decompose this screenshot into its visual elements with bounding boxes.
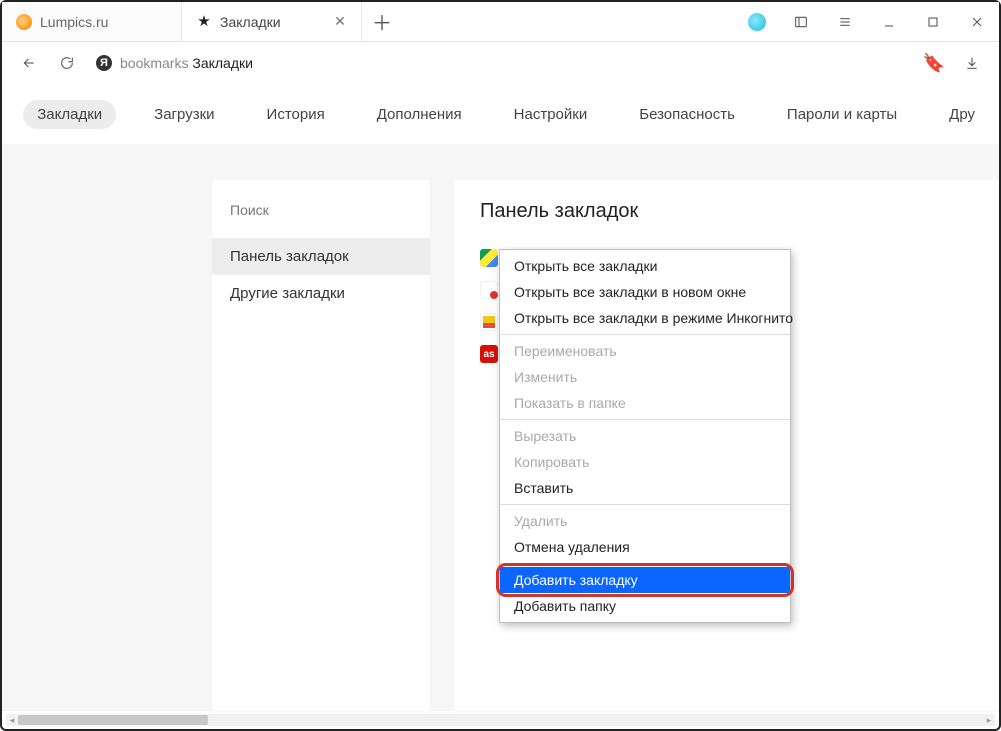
back-button[interactable] [10, 44, 48, 82]
tab-bookmarks[interactable]: Закладки ✕ [182, 2, 362, 41]
close-window-button[interactable] [955, 2, 999, 41]
ctx-undo-delete[interactable]: Отмена удаления [500, 534, 790, 560]
address-scheme: bookmarks [120, 55, 188, 71]
ctx-add-folder[interactable]: Добавить папку [500, 593, 790, 619]
sidebar-toggle-button[interactable] [779, 2, 823, 41]
ctx-edit: Изменить [500, 364, 790, 390]
nav-downloads[interactable]: Загрузки [140, 100, 228, 129]
alice-icon [748, 13, 766, 31]
close-icon [969, 14, 985, 30]
horizontal-scrollbar[interactable]: ◂ ▸ [6, 714, 995, 726]
toolbar: Я bookmarks Закладки 🔖 [2, 42, 999, 84]
nav-bookmarks[interactable]: Закладки [23, 100, 116, 129]
minimize-button[interactable] [867, 2, 911, 41]
arrow-left-icon [21, 55, 37, 71]
separator [500, 419, 790, 420]
separator [500, 563, 790, 564]
reload-icon [59, 55, 75, 71]
ctx-add-bookmark[interactable]: Добавить закладку [500, 567, 790, 593]
ctx-open-all-incognito[interactable]: Открыть все закладки в режиме Инкогнито [500, 305, 790, 331]
maximize-icon [925, 14, 941, 30]
ctx-rename: Переименовать [500, 338, 790, 364]
page-title: Панель закладок [480, 200, 973, 223]
star-icon [196, 14, 212, 30]
tab-title: Закладки [220, 14, 325, 30]
lumpics-favicon-icon [16, 14, 32, 30]
lastfm-icon: as [480, 345, 498, 363]
nav-settings[interactable]: Настройки [500, 100, 602, 129]
nav-other[interactable]: Дру [935, 100, 989, 129]
yandex-icon [480, 281, 498, 299]
yandex-images-icon [480, 313, 498, 331]
gdrive-icon [480, 249, 498, 267]
settings-nav: Закладки Загрузки История Дополнения Нас… [2, 84, 999, 144]
nav-history[interactable]: История [253, 100, 339, 129]
ctx-open-all-new-window[interactable]: Открыть все закладки в новом окне [500, 279, 790, 305]
tab-lumpics[interactable]: Lumpics.ru [2, 2, 182, 41]
scroll-left-icon[interactable]: ◂ [6, 714, 18, 726]
sidebar-item-bookmarks-bar[interactable]: Панель закладок [212, 238, 430, 275]
new-tab-button[interactable]: ＋ [362, 2, 402, 41]
tab-strip: Lumpics.ru Закладки ✕ ＋ [2, 2, 999, 42]
ctx-open-all[interactable]: Открыть все закладки [500, 253, 790, 279]
menu-button[interactable] [823, 2, 867, 41]
address-text: bookmarks Закладки [120, 55, 253, 71]
separator [500, 504, 790, 505]
reload-button[interactable] [48, 44, 86, 82]
close-icon[interactable]: ✕ [333, 13, 347, 30]
scrollbar-thumb[interactable] [18, 715, 208, 725]
minimize-icon [881, 14, 897, 30]
search-input[interactable] [212, 192, 430, 228]
address-title: Закладки [192, 55, 253, 71]
address-bar[interactable]: Я bookmarks Закладки [86, 46, 915, 80]
separator [500, 334, 790, 335]
sidebar: Панель закладок Другие закладки [212, 180, 430, 711]
downloads-button[interactable] [953, 44, 991, 82]
tab-title: Lumpics.ru [40, 14, 167, 30]
sidebar-item-other-bookmarks[interactable]: Другие закладки [212, 275, 430, 312]
maximize-button[interactable] [911, 2, 955, 41]
ctx-show-in-folder: Показать в папке [500, 390, 790, 416]
ctx-copy: Копировать [500, 449, 790, 475]
yandex-icon: Я [96, 55, 112, 71]
context-menu: Открыть все закладки Открыть все закладк… [499, 249, 791, 623]
nav-security[interactable]: Безопасность [625, 100, 749, 129]
download-icon [964, 55, 980, 71]
bookmark-flag-icon: 🔖 [923, 53, 945, 74]
nav-passwords[interactable]: Пароли и карты [773, 100, 911, 129]
ctx-paste[interactable]: Вставить [500, 475, 790, 501]
scroll-right-icon[interactable]: ▸ [983, 714, 995, 726]
bookmark-page-button[interactable]: 🔖 [915, 44, 953, 82]
ctx-delete: Удалить [500, 508, 790, 534]
hamburger-icon [837, 14, 853, 30]
ctx-cut: Вырезать [500, 423, 790, 449]
nav-addons[interactable]: Дополнения [363, 100, 476, 129]
alice-button[interactable] [735, 2, 779, 41]
panel-icon [793, 14, 809, 30]
